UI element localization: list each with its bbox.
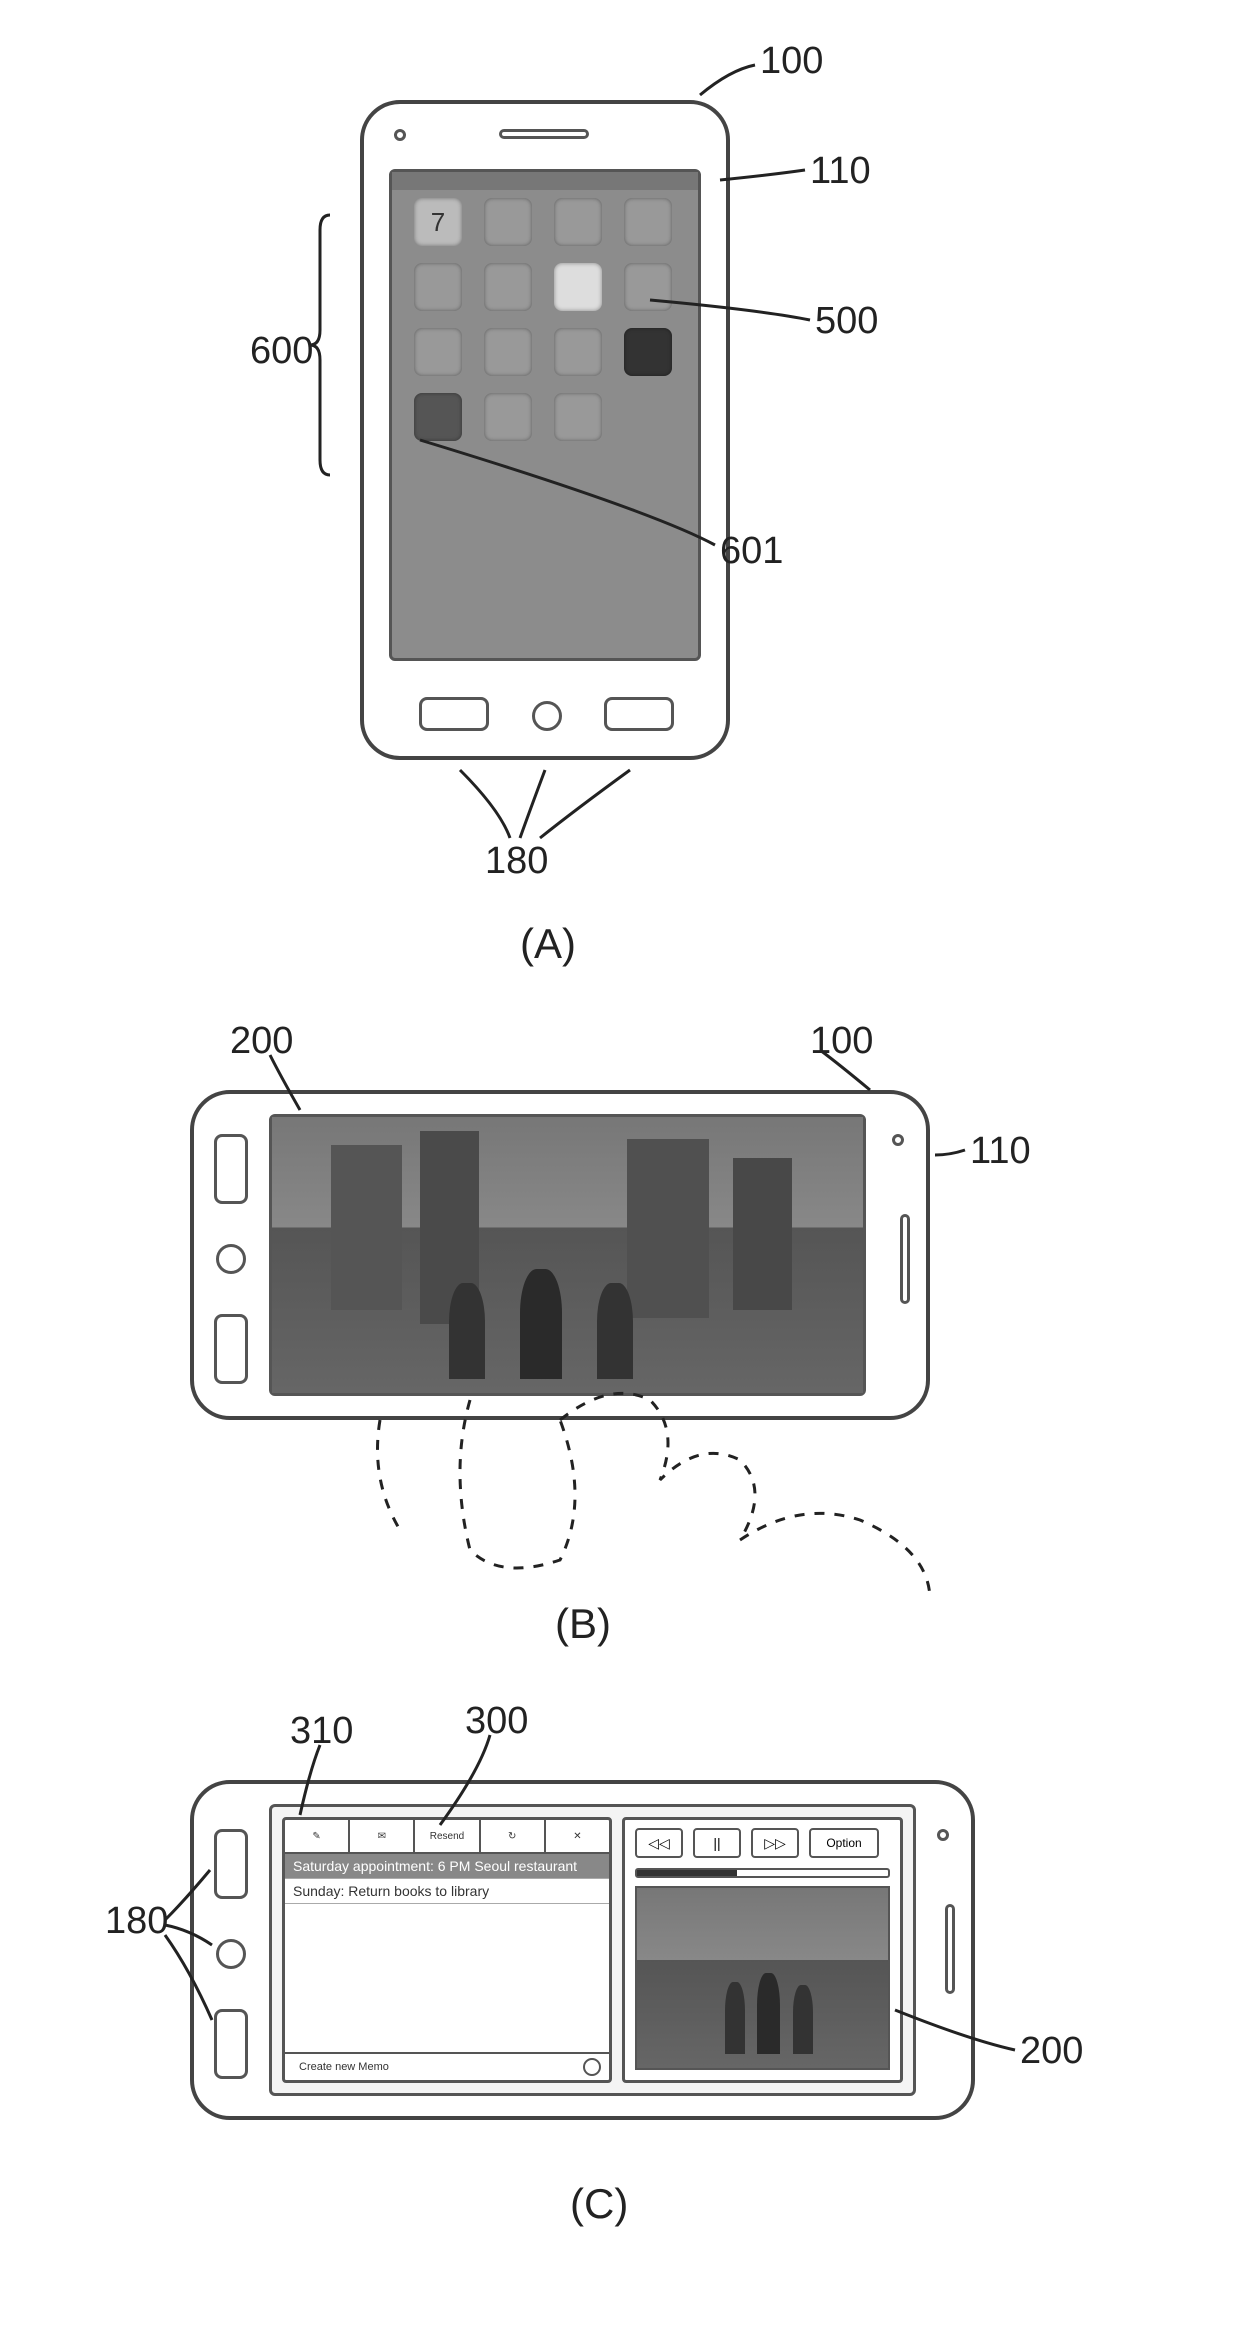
- figure-b: [160, 1060, 1020, 1520]
- ref-label-110: 110: [810, 150, 871, 193]
- figure-label-a: (A): [520, 920, 576, 968]
- app-icon-settings[interactable]: [554, 393, 602, 441]
- ref-label-180-c: 180: [105, 1900, 168, 1943]
- earpiece-icon: [945, 1904, 955, 1994]
- app-icon-gallery[interactable]: [414, 393, 462, 441]
- figure-c: ✎ ✉ Resend ↻ ✕ Saturday appointment: 6 P…: [160, 1760, 1040, 2160]
- ref-label-100: 100: [760, 40, 823, 83]
- earpiece-icon: [900, 1214, 910, 1304]
- memo-window: ✎ ✉ Resend ↻ ✕ Saturday appointment: 6 P…: [282, 1817, 612, 2083]
- ref-label-600: 600: [250, 330, 313, 373]
- menu-soft-button[interactable]: [214, 1134, 248, 1204]
- touchscreen[interactable]: ✎ ✉ Resend ↻ ✕ Saturday appointment: 6 P…: [269, 1804, 916, 2096]
- memo-toolbar: ✎ ✉ Resend ↻ ✕: [285, 1820, 609, 1854]
- toolbar-close-icon[interactable]: ✕: [546, 1820, 609, 1852]
- back-soft-button[interactable]: [214, 1314, 248, 1384]
- app-icon-apps-grid[interactable]: [624, 198, 672, 246]
- back-soft-button[interactable]: [214, 2009, 248, 2079]
- create-memo-button[interactable]: Create new Memo: [293, 2059, 395, 2075]
- app-icon-notes[interactable]: [414, 263, 462, 311]
- ref-label-110-b: 110: [970, 1130, 1031, 1173]
- memo-body[interactable]: [285, 1904, 609, 2044]
- video-playback-content: [272, 1117, 863, 1393]
- app-icon-weather[interactable]: [484, 393, 532, 441]
- figure-label-b: (B): [555, 1600, 611, 1648]
- phone-body: 7: [360, 100, 730, 760]
- toolbar-resend-icon[interactable]: Resend: [415, 1820, 480, 1852]
- app-icon-camera[interactable]: [554, 263, 602, 311]
- app-icon-facebook[interactable]: [554, 328, 602, 376]
- app-icon-chat[interactable]: [484, 263, 532, 311]
- phone-body-landscape: ✎ ✉ Resend ↻ ✕ Saturday appointment: 6 P…: [190, 1780, 975, 2120]
- front-camera-icon: [892, 1134, 904, 1146]
- earpiece-icon: [499, 129, 589, 139]
- app-icon-browser[interactable]: [554, 198, 602, 246]
- ref-label-601: 601: [720, 530, 783, 573]
- app-icon-contacts[interactable]: [484, 198, 532, 246]
- app-icon-calendar[interactable]: 7: [414, 198, 462, 246]
- touchscreen[interactable]: 7: [389, 169, 701, 661]
- toolbar-mail-icon[interactable]: ✉: [350, 1820, 415, 1852]
- next-button[interactable]: ▷▷: [751, 1828, 799, 1858]
- status-bar: [392, 172, 698, 190]
- app-icon-dark[interactable]: [624, 328, 672, 376]
- app-icon-ebook[interactable]: [484, 328, 532, 376]
- app-icon-calendar2[interactable]: [624, 263, 672, 311]
- memo-line-2: Sunday: Return books to library: [285, 1879, 609, 1904]
- front-camera-icon: [937, 1829, 949, 1841]
- video-thumbnail[interactable]: [635, 1886, 890, 2070]
- ref-label-500: 500: [815, 300, 878, 343]
- video-window: ◁◁ || ▷▷ Option: [622, 1817, 903, 2083]
- front-camera-icon: [394, 129, 406, 141]
- toolbar-edit-icon[interactable]: ✎: [285, 1820, 350, 1852]
- menu-soft-button[interactable]: [419, 697, 489, 731]
- ref-label-200-c: 200: [1020, 2030, 1083, 2073]
- figure-label-c: (C): [570, 2180, 628, 2228]
- ref-label-200: 200: [230, 1020, 293, 1063]
- toolbar-resend-label: Resend: [430, 1831, 464, 1842]
- ref-label-180-a: 180: [485, 840, 548, 883]
- memo-line-1: Saturday appointment: 6 PM Seoul restaur…: [285, 1854, 609, 1879]
- home-button[interactable]: [216, 1244, 246, 1274]
- home-button[interactable]: [216, 1939, 246, 1969]
- touchscreen[interactable]: [269, 1114, 866, 1396]
- option-button[interactable]: Option: [809, 1828, 879, 1858]
- home-button[interactable]: [532, 701, 562, 731]
- back-soft-button[interactable]: [604, 697, 674, 731]
- toolbar-refresh-icon[interactable]: ↻: [481, 1820, 546, 1852]
- progress-bar[interactable]: [635, 1868, 890, 1878]
- ref-label-310: 310: [290, 1710, 353, 1753]
- ref-label-300: 300: [465, 1700, 528, 1743]
- app-icon-misc1[interactable]: [414, 328, 462, 376]
- pause-button[interactable]: ||: [693, 1828, 741, 1858]
- menu-soft-button[interactable]: [214, 1829, 248, 1899]
- phone-body-landscape: [190, 1090, 930, 1420]
- prev-button[interactable]: ◁◁: [635, 1828, 683, 1858]
- add-icon[interactable]: [583, 2058, 601, 2076]
- ref-label-100-b: 100: [810, 1020, 873, 1063]
